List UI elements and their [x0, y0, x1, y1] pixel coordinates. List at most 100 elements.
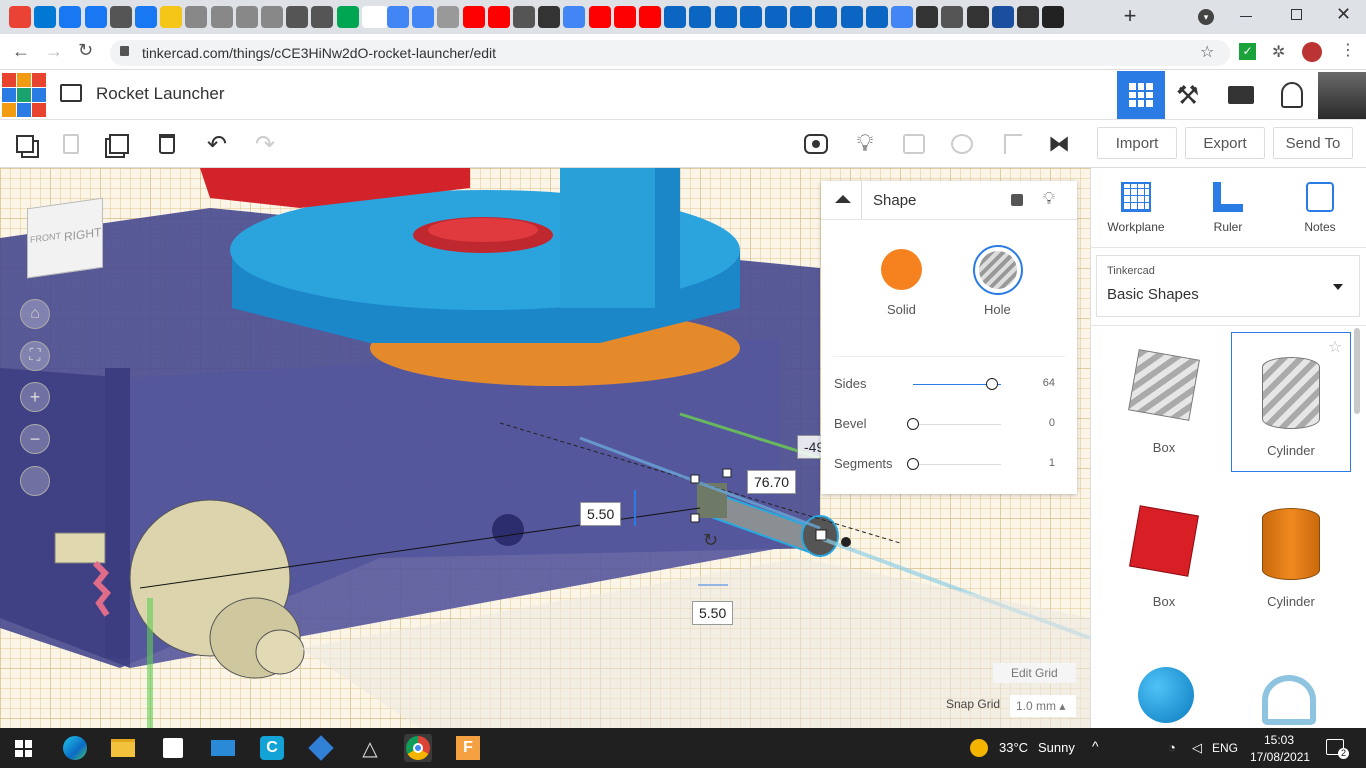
lock-icon[interactable] — [120, 46, 129, 56]
mail-icon[interactable] — [209, 734, 237, 762]
pickaxe-icon[interactable]: ⚒ — [1176, 80, 1199, 111]
length-dimension-label[interactable]: 76.70 — [747, 470, 797, 494]
browser-tab-favicon[interactable] — [462, 6, 485, 28]
extensions-puzzle-icon[interactable]: ✲ — [1272, 42, 1285, 62]
edge-icon[interactable] — [61, 734, 89, 762]
browser-menu-icon[interactable]: ⋮ — [1340, 40, 1356, 60]
browser-tab-favicon[interactable] — [916, 6, 939, 28]
app-diamond-icon[interactable] — [307, 734, 335, 762]
send-to-button[interactable]: Send To — [1273, 127, 1353, 159]
restore-icon[interactable] — [1291, 9, 1302, 20]
browser-tab-favicon[interactable] — [387, 6, 409, 28]
browser-tab-favicon[interactable] — [1017, 6, 1039, 28]
browser-tab-favicon[interactable] — [336, 6, 359, 28]
file-explorer-icon[interactable] — [109, 734, 137, 762]
minimize-icon[interactable] — [1240, 16, 1252, 17]
shapes-scrollbar[interactable] — [1354, 328, 1360, 414]
edit-grid-button[interactable]: Edit Grid — [993, 663, 1076, 683]
duplicate-icon[interactable] — [102, 127, 136, 161]
design-list-icon[interactable] — [60, 84, 82, 102]
copy-icon[interactable] — [8, 127, 42, 161]
mirror-icon[interactable]: ⧓ — [1042, 127, 1076, 161]
height-dimension-label[interactable]: 5.50 — [580, 502, 622, 526]
browser-tab-favicon[interactable] — [34, 6, 57, 28]
sphere-shape-icon[interactable] — [1138, 667, 1194, 723]
notes-button[interactable]: Notes — [1284, 180, 1356, 240]
close-window-icon[interactable]: ✕ — [1336, 4, 1351, 25]
export-button[interactable]: Export — [1185, 127, 1265, 159]
favorite-star-icon[interactable]: ☆ — [1328, 337, 1342, 357]
ungroup-icon[interactable] — [945, 127, 979, 161]
browser-tab-favicon[interactable] — [437, 6, 460, 28]
fusion-icon[interactable]: F — [454, 734, 482, 762]
paste-icon[interactable] — [54, 127, 88, 161]
group-icon[interactable] — [897, 127, 931, 161]
browser-tab-favicon[interactable] — [160, 6, 183, 28]
zoom-out-button[interactable]: − — [20, 424, 50, 454]
browser-tab-favicon[interactable] — [714, 6, 737, 28]
clock-date[interactable]: 17/08/2021 — [1250, 750, 1310, 764]
ruler-button[interactable]: Ruler — [1192, 180, 1264, 240]
browser-tab-favicon[interactable] — [563, 6, 586, 28]
3d-view-button[interactable] — [1117, 71, 1165, 119]
clock-time[interactable]: 15:03 — [1264, 733, 1294, 747]
profile-avatar-icon[interactable] — [1302, 42, 1322, 62]
param-slider-track[interactable] — [913, 464, 1001, 465]
shape-tile-hole-box[interactable]: Box — [1104, 332, 1224, 472]
browser-tab-favicon[interactable] — [815, 6, 838, 28]
param-slider-knob[interactable] — [907, 458, 919, 470]
browser-tab-favicon[interactable] — [1042, 6, 1065, 28]
browser-tab-favicon[interactable] — [790, 6, 813, 28]
app-triangle-icon[interactable]: △ — [356, 734, 384, 762]
add-user-icon[interactable] — [1281, 82, 1303, 108]
snap-grid-select[interactable]: 1.0 mm ▴ — [1010, 695, 1076, 717]
browser-tab-favicon[interactable] — [513, 6, 535, 28]
browser-tab-favicon[interactable] — [689, 6, 712, 28]
browser-tab-favicon[interactable] — [235, 6, 258, 28]
windows-start-icon[interactable] — [15, 740, 32, 757]
browser-tab-favicon[interactable] — [9, 6, 31, 28]
align-icon[interactable] — [996, 127, 1030, 161]
browser-tab-favicon[interactable] — [538, 6, 561, 28]
browser-tab-favicon[interactable] — [941, 6, 964, 28]
delete-icon[interactable] — [150, 127, 184, 161]
browser-tab-favicon[interactable] — [639, 6, 661, 28]
weather-temperature[interactable]: 33°C — [999, 740, 1028, 755]
browser-tab-favicon[interactable] — [765, 6, 787, 28]
weather-sun-icon[interactable] — [970, 739, 988, 757]
param-value[interactable]: 64 — [1043, 377, 1055, 389]
browser-tab-favicon[interactable] — [261, 6, 283, 28]
browser-tab-favicon[interactable] — [59, 6, 82, 28]
shape-tile-hole-cylinder[interactable]: ☆ Cylinder — [1231, 332, 1351, 472]
workplane-button[interactable]: Workplane — [1100, 180, 1172, 240]
unlock-icon[interactable] — [1011, 194, 1023, 206]
browser-tab-favicon[interactable] — [613, 6, 636, 28]
shape-tile-box[interactable]: Box — [1104, 484, 1224, 624]
extension-check-icon[interactable]: ✓ — [1239, 43, 1256, 60]
browser-tab-favicon[interactable] — [210, 6, 233, 28]
browser-tab-favicon[interactable] — [412, 6, 435, 28]
import-button[interactable]: Import — [1097, 127, 1177, 159]
design-title[interactable]: Rocket Launcher — [96, 84, 225, 104]
browser-tab-favicon[interactable] — [286, 6, 309, 28]
new-tab-button[interactable]: + — [1118, 4, 1142, 28]
collapse-panel-icon[interactable] — [835, 195, 851, 203]
redo-icon[interactable]: ↷ — [248, 127, 282, 161]
app-c-icon[interactable]: C — [258, 734, 286, 762]
browser-tab-favicon[interactable] — [966, 6, 989, 28]
browser-tab-favicon[interactable] — [487, 6, 510, 28]
bricks-icon[interactable] — [1228, 86, 1254, 104]
browser-tab-favicon[interactable] — [135, 6, 157, 28]
browser-tab-favicon[interactable] — [109, 6, 132, 28]
url-field[interactable]: tinkercad.com/things/cCE3HiNw2dO-rocket-… — [110, 40, 1230, 66]
visibility-bulb-icon[interactable]: 💡︎ — [1043, 189, 1055, 209]
browser-tab-favicon[interactable] — [840, 6, 863, 28]
back-icon[interactable]: ← — [12, 41, 30, 62]
fit-view-button[interactable]: ⛶ — [20, 341, 50, 371]
shape-tile-cylinder[interactable]: Cylinder — [1231, 484, 1351, 624]
param-slider-track[interactable] — [913, 424, 1001, 425]
browser-tab-favicon[interactable] — [739, 6, 762, 28]
bookmark-star-icon[interactable]: ☆ — [1200, 42, 1214, 62]
user-avatar[interactable] — [1318, 72, 1366, 119]
home-view-button[interactable]: ⌂ — [20, 299, 50, 329]
